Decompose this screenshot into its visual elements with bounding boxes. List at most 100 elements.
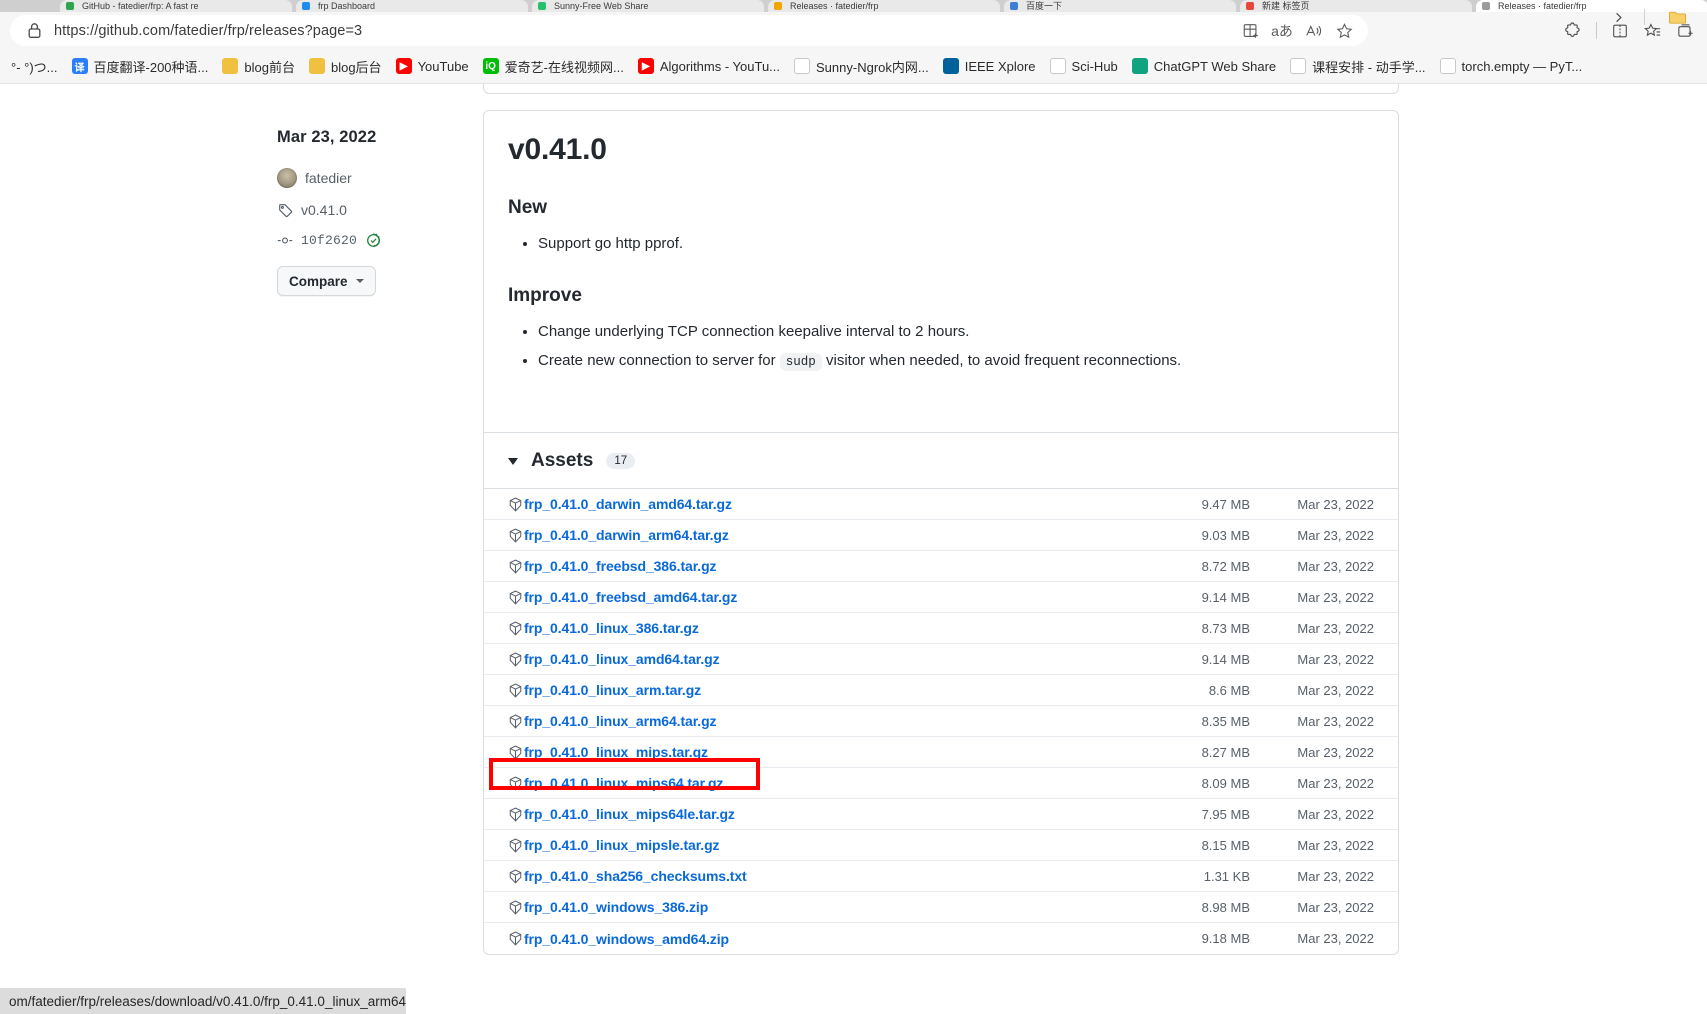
table-row[interactable]: frp_0.41.0_linux_amd64.tar.gz 9.14 MB Mar …	[484, 644, 1398, 676]
asset-name-cell: frp_0.41.0_linux_arm.tar.gz	[508, 682, 1054, 698]
table-row[interactable]: frp_0.41.0_freebsd_386.tar.gz 8.72 MB Mar …	[484, 551, 1398, 583]
asset-date: Mar 23, 2022	[1297, 589, 1374, 605]
folder-icon[interactable]	[1665, 5, 1691, 29]
bookmark-item[interactable]: iQ 爱奇艺-在线视频网...	[476, 53, 631, 79]
address-bar-row: https://github.com/fatedier/frp/releases…	[0, 12, 1707, 49]
asset-download-link[interactable]: frp_0.41.0_linux_mips64.tar.gz	[524, 775, 723, 791]
browser-tab[interactable]: frp Dashboard	[296, 0, 528, 12]
bookmark-label: Algorithms - YouTu...	[659, 58, 781, 74]
tag-icon	[277, 202, 293, 218]
table-row[interactable]: frp_0.41.0_linux_arm.tar.gz 8.6 MB Mar 23,…	[484, 675, 1398, 707]
browser-tab[interactable]: 新建 标签页	[1240, 0, 1472, 12]
asset-download-link[interactable]: frp_0.41.0_sha256_checksums.txt	[524, 868, 747, 884]
release-notes: v0.41.0 New Support go http pprof. Impro…	[484, 111, 1398, 432]
asset-download-link[interactable]: frp_0.41.0_linux_arm.tar.gz	[524, 682, 701, 698]
asset-name-cell: frp_0.41.0_linux_mips.tar.gz	[508, 744, 1054, 760]
bookmark-item[interactable]: blog前台	[215, 53, 302, 79]
asset-size: 9.18 MB	[1201, 931, 1250, 947]
asset-download-link[interactable]: frp_0.41.0_darwin_amd64.tar.gz	[524, 496, 732, 512]
table-row[interactable]: frp_0.41.0_windows_386.zip 8.98 MB Mar 23,…	[484, 892, 1398, 924]
table-row[interactable]: frp_0.41.0_darwin_amd64.tar.gz 9.47 MB Mar…	[484, 489, 1398, 521]
list-item-text-pre: Create new connection to server for	[538, 352, 776, 370]
asset-download-link[interactable]: frp_0.41.0_linux_arm64.tar.gz	[524, 713, 717, 729]
bookmark-item[interactable]: °- °)つ...	[4, 53, 65, 79]
asset-download-link[interactable]: frp_0.41.0_linux_mips.tar.gz	[524, 744, 708, 760]
asset-name-cell: frp_0.41.0_linux_mipsle.tar.gz	[508, 837, 1054, 853]
table-row[interactable]: frp_0.41.0_windows_amd64.zip 9.18 MB Mar 2…	[484, 923, 1398, 954]
table-row[interactable]: frp_0.41.0_darwin_arm64.tar.gz 9.03 MB Mar…	[484, 520, 1398, 552]
bookmark-item[interactable]: Sci-Hub	[1043, 53, 1125, 79]
table-row[interactable]: frp_0.41.0_linux_mips.tar.gz 8.27 MB Mar 2…	[484, 737, 1398, 769]
table-row[interactable]: frp_0.41.0_linux_386.tar.gz 8.73 MB Mar 23…	[484, 613, 1398, 645]
url-text: https://github.com/fatedier/frp/releases…	[54, 22, 363, 39]
translate-icon[interactable]: aあ	[1268, 17, 1296, 45]
favorites-icon[interactable]	[1637, 15, 1668, 46]
asset-download-link[interactable]: frp_0.41.0_linux_mips64le.tar.gz	[524, 806, 735, 822]
favorite-star-icon[interactable]	[1330, 17, 1358, 45]
bookmark-item[interactable]: blog后台	[302, 53, 389, 79]
asset-download-link[interactable]: frp_0.41.0_windows_386.zip	[524, 899, 708, 915]
chevron-down-icon	[355, 279, 364, 283]
bookmark-label: 爱奇艺-在线视频网...	[504, 59, 624, 75]
list-item: Create new connection to server for sudp…	[538, 349, 1374, 373]
asset-download-link[interactable]: frp_0.41.0_linux_amd64.tar.gz	[524, 651, 720, 667]
collections-icon[interactable]	[1237, 17, 1265, 45]
browser-tab[interactable]: GitHub - fatedier/frp: A fast re	[60, 0, 292, 12]
compare-label: Compare	[289, 273, 348, 289]
chevron-right-icon[interactable]	[1605, 5, 1631, 29]
extensions-icon[interactable]	[1558, 15, 1589, 46]
release-commit-row[interactable]: 10f2620	[277, 232, 467, 248]
bookmark-item[interactable]: ChatGPT Web Share	[1125, 53, 1283, 79]
bookmark-item[interactable]: IEEE Xplore	[936, 53, 1043, 79]
browser-tab[interactable]: 百度一下	[1004, 0, 1236, 12]
table-row[interactable]: frp_0.41.0_linux_mipsle.tar.gz 8.15 MB Mar…	[484, 830, 1398, 862]
asset-download-link[interactable]: frp_0.41.0_windows_amd64.zip	[524, 931, 729, 947]
table-row[interactable]: frp_0.41.0_linux_arm64.tar.gz 8.35 MB Mar …	[484, 706, 1398, 738]
address-bar[interactable]: https://github.com/fatedier/frp/releases…	[10, 15, 1368, 46]
asset-date: Mar 23, 2022	[1297, 651, 1374, 667]
bookmark-item[interactable]: torch.empty — PyT...	[1433, 53, 1590, 79]
tab-strip[interactable]: GitHub - fatedier/frp: A fast re frp Dash…	[0, 0, 1707, 12]
bookmark-item[interactable]: 课程安排 - 动手学...	[1283, 53, 1432, 79]
bookmark-item[interactable]: ▶ YouTube	[389, 53, 476, 79]
release-author[interactable]: fatedier	[277, 168, 467, 188]
asset-size: 8.6 MB	[1208, 682, 1250, 698]
asset-size: 9.47 MB	[1201, 496, 1250, 512]
table-row[interactable]: frp_0.41.0_freebsd_amd64.tar.gz 9.14 MB Ma…	[484, 582, 1398, 614]
bookmark-favicon: 译	[71, 58, 88, 74]
asset-name-cell: frp_0.41.0_linux_mips64.tar.gz	[508, 775, 1054, 791]
release-tag-row[interactable]: v0.41.0	[277, 202, 467, 218]
bookmark-item[interactable]: ▶ Algorithms - YouTu...	[631, 53, 787, 79]
bookmark-label: 课程安排 - 动手学...	[1312, 59, 1426, 75]
asset-download-link[interactable]: frp_0.41.0_linux_386.tar.gz	[524, 620, 699, 636]
asset-name-cell: frp_0.41.0_linux_amd64.tar.gz	[508, 651, 1054, 667]
inline-code: sudp	[779, 353, 822, 372]
tab-favicon	[302, 2, 310, 10]
table-row[interactable]: frp_0.41.0_sha256_checksums.txt 1.31 KB Ma…	[484, 861, 1398, 893]
assets-header[interactable]: Assets 17	[484, 433, 1398, 488]
bookmark-label: °- °)つ...	[11, 59, 58, 75]
read-aloud-icon[interactable]	[1299, 17, 1327, 45]
bookmark-item[interactable]: Sunny-Ngrok内网...	[787, 53, 936, 79]
asset-date: Mar 23, 2022	[1297, 527, 1374, 543]
bookmark-favicon	[1439, 58, 1456, 74]
browser-tab[interactable]: Releases · fatedier/frp	[768, 0, 1000, 12]
page-content: Mar 23, 2022 fatedier v0.41.0 10f2620 Co…	[0, 84, 1707, 1014]
asset-name-cell: frp_0.41.0_linux_arm64.tar.gz	[508, 713, 1054, 729]
browser-tab[interactable]: Sunny-Free Web Share	[532, 0, 764, 12]
asset-download-link[interactable]: frp_0.41.0_darwin_arm64.tar.gz	[524, 527, 729, 543]
asset-download-link[interactable]: frp_0.41.0_linux_mipsle.tar.gz	[524, 837, 720, 853]
triangle-down-icon[interactable]	[508, 457, 518, 465]
asset-size: 9.14 MB	[1201, 589, 1250, 605]
status-bar: om/fatedier/frp/releases/download/v0.41.…	[0, 988, 406, 1014]
compare-button[interactable]: Compare	[277, 266, 376, 296]
asset-download-link[interactable]: frp_0.41.0_freebsd_386.tar.gz	[524, 558, 717, 574]
tab-title: GitHub - fatedier/frp: A fast re	[82, 1, 199, 11]
section-heading-improve: Improve	[508, 284, 582, 306]
bookmark-item[interactable]: 译百度翻译-200种语...	[65, 53, 216, 79]
table-row[interactable]: frp_0.41.0_linux_mips64le.tar.gz 7.95 MB M…	[484, 799, 1398, 831]
package-icon	[508, 900, 523, 915]
table-row[interactable]: frp_0.41.0_linux_mips64.tar.gz 8.09 MB Mar…	[484, 768, 1398, 800]
bookmarks-bar[interactable]: °- °)つ... 译百度翻译-200种语... blog前台 blog后台 ▶ YouT…	[0, 49, 1707, 83]
asset-download-link[interactable]: frp_0.41.0_freebsd_amd64.tar.gz	[524, 589, 737, 605]
